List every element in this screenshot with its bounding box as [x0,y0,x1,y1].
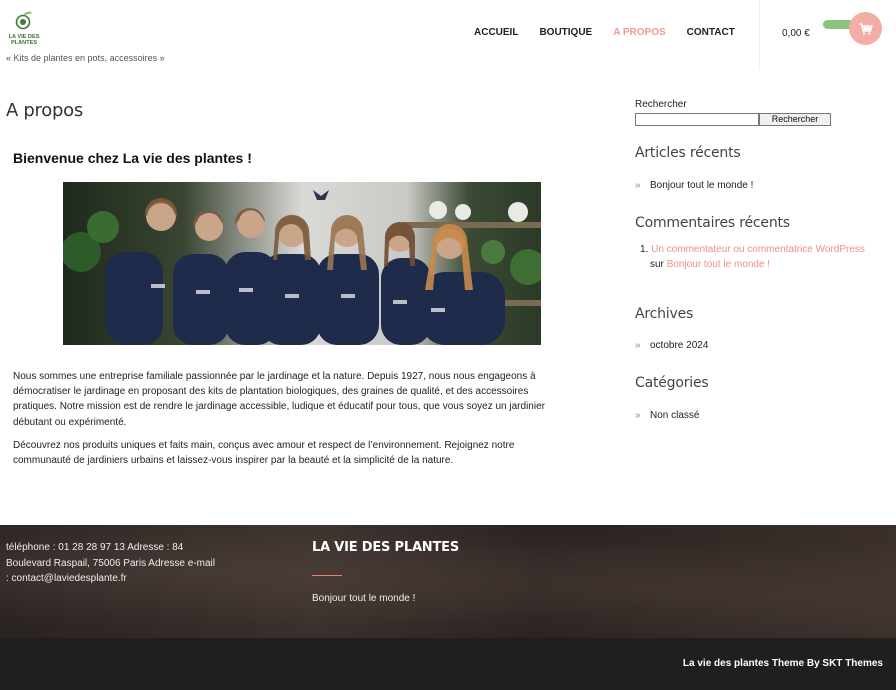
recent-comment-item: 1. Un commentateur ou commentatrice Word… [640,242,890,272]
page-title: A propos [6,100,83,121]
footer-post-link[interactable]: Bonjour tout le monde ! [312,593,415,604]
sidebar: Rechercher Rechercher Articles récents »… [635,99,890,421]
category-item[interactable]: » Non classé [635,410,699,421]
site-logo[interactable]: LA VIE DES PLANTES [6,10,42,48]
recent-post-link[interactable]: Bonjour tout le monde ! [650,180,753,191]
category-link[interactable]: Non classé [650,410,699,421]
chevron-right-icon: » [635,180,641,191]
cart-icon [859,22,873,35]
nav-item-accueil[interactable]: ACCUEIL [474,27,518,38]
chevron-right-icon: » [635,340,641,351]
nav-item-a-propos[interactable]: A PROPOS [613,27,665,38]
archives-title: Archives [635,306,694,322]
archive-item[interactable]: » octobre 2024 [635,340,708,351]
intro-paragraph: Nous sommes une entreprise familiale pas… [13,371,545,428]
cart-total[interactable]: 0,00 € [782,28,810,39]
search-label: Rechercher [635,99,687,110]
comment-author-link[interactable]: Un commentateur ou commentatrice WordPre… [651,244,865,255]
header-divider [759,0,760,70]
footer-widget-title: LA VIE DES PLANTES [312,540,459,555]
search-input[interactable] [635,113,759,126]
nav-item-boutique[interactable]: BOUTIQUE [539,27,592,38]
site-footer: téléphone : 01 28 28 97 13 Adresse : 84 … [0,525,896,638]
categories-title: Catégories [635,375,709,391]
cta-paragraph: Découvrez nos produits uniques et faits … [13,440,515,467]
comment-post-link[interactable]: Bonjour tout le monde ! [667,259,770,270]
search-button[interactable]: Rechercher [759,113,831,126]
archive-link[interactable]: octobre 2024 [650,340,708,351]
recent-comments-title: Commentaires récents [635,215,790,231]
chevron-right-icon: » [635,410,641,421]
article-heading: Bienvenue chez La vie des plantes ! [13,150,252,166]
site-header: LA VIE DES PLANTES « Kits de plantes en … [0,0,896,70]
main-navigation: ACCUEIL BOUTIQUE A PROPOS CONTACT [474,27,756,38]
recent-posts-title: Articles récents [635,145,741,161]
footer-title-underline [312,575,342,576]
theme-credit[interactable]: La vie des plantes Theme By SKT Themes [683,658,883,669]
logo-text-line2: PLANTES [11,40,37,46]
nav-item-contact[interactable]: CONTACT [687,27,735,38]
site-tagline: « Kits de plantes en pots, accessoires » [6,53,165,63]
comment-number: 1. [640,244,649,255]
copyright-bar: La vie des plantes Theme By SKT Themes [0,638,896,690]
footer-contact-info: téléphone : 01 28 28 97 13 Adresse : 84 … [6,542,215,584]
recent-post-item[interactable]: » Bonjour tout le monde ! [635,180,753,191]
team-photo [63,182,541,345]
cart-button[interactable] [849,12,882,45]
comment-joiner: sur [650,259,664,270]
search-form: Rechercher [635,113,890,126]
